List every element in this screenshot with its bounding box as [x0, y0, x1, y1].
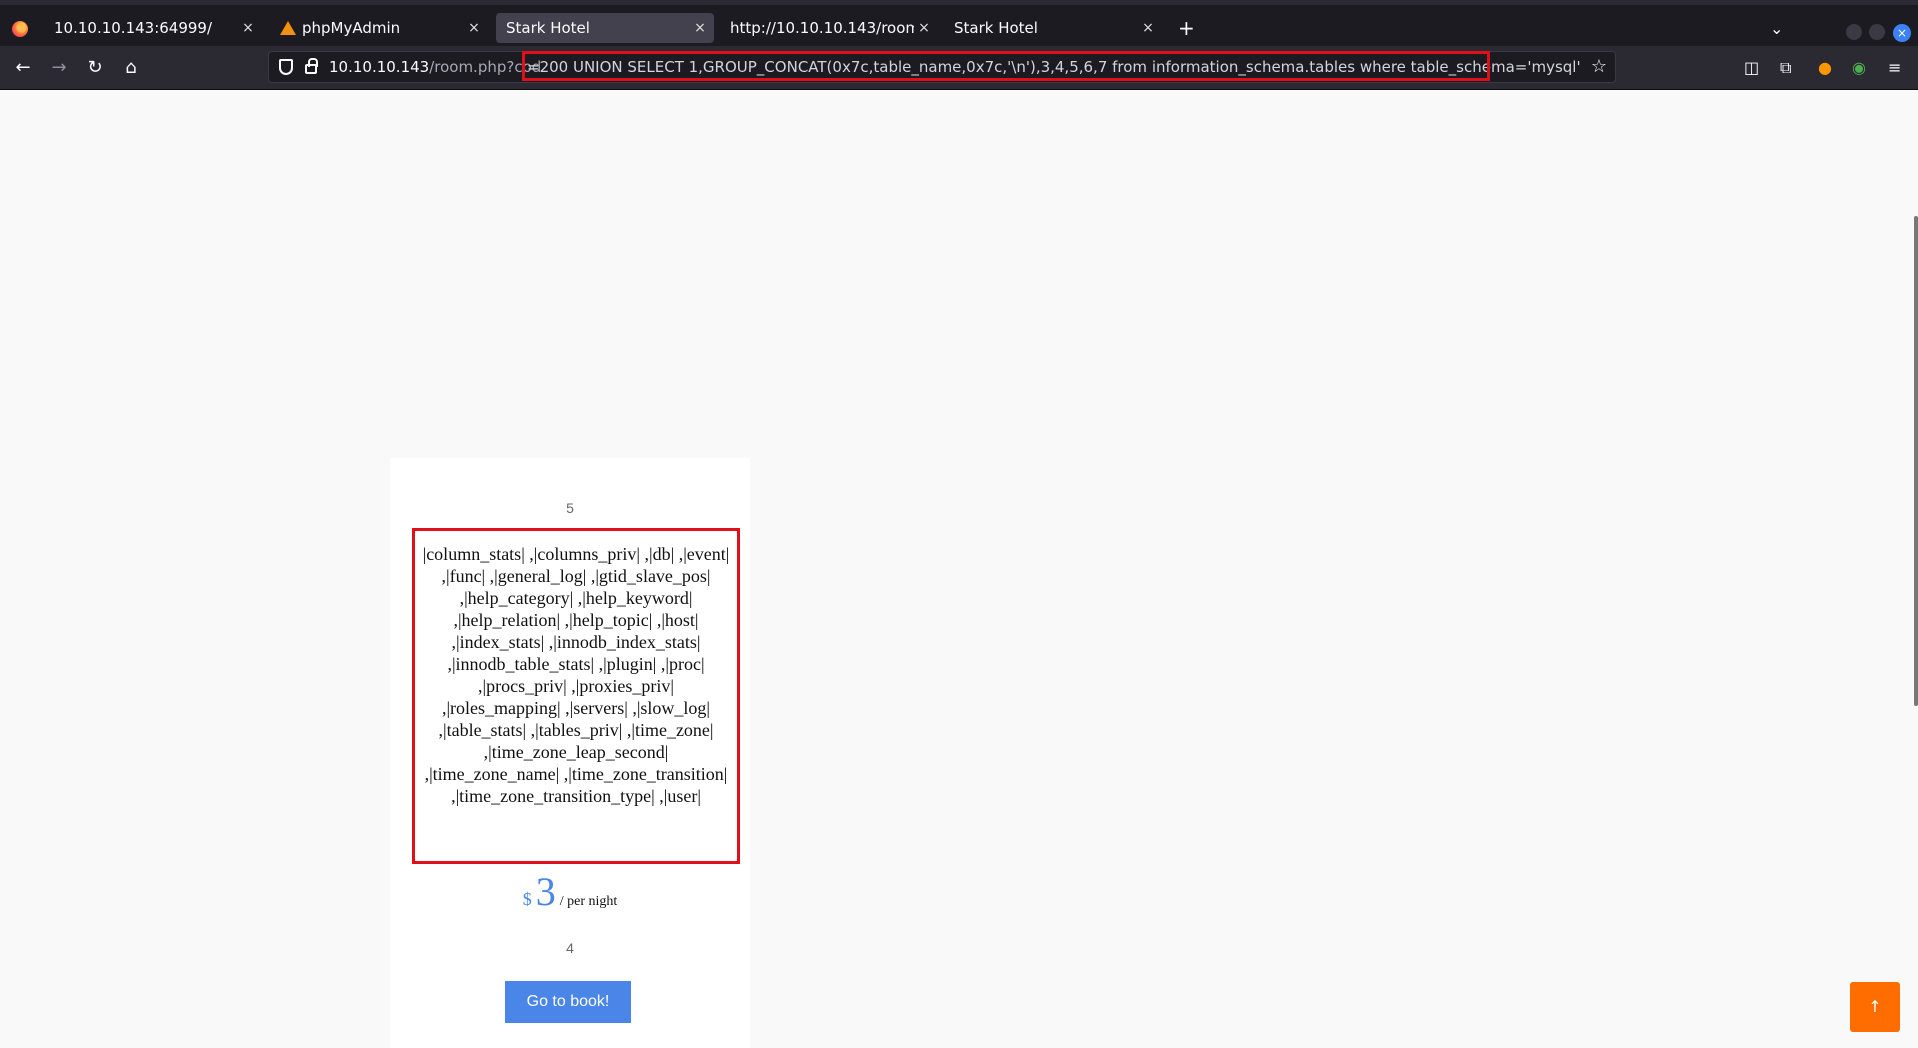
page-scrollbar[interactable]: [1914, 216, 1918, 706]
back-button[interactable]: ←: [9, 54, 37, 82]
url-text: 10.10.10.143/room.php?cod: [329, 58, 541, 76]
price-currency: $: [522, 889, 532, 909]
new-tab-button[interactable]: +: [1178, 18, 1195, 38]
injected-output-box: |column_stats| ,|columns_priv| ,|db| ,|e…: [412, 528, 740, 864]
foxyproxy-icon[interactable]: ●: [1818, 58, 1832, 77]
price-unit: / per night: [559, 894, 618, 909]
injected-table-list: |column_stats| ,|columns_priv| ,|db| ,|e…: [422, 544, 730, 806]
close-icon[interactable]: ×: [690, 20, 710, 36]
room-count: 4: [566, 940, 574, 956]
price-amount: 3: [535, 869, 556, 914]
star-icon[interactable]: ☆: [1591, 56, 1607, 77]
pocket-icon[interactable]: ◫: [1744, 58, 1759, 77]
tab-title: http://10.10.10.143/room.php: [730, 19, 914, 37]
url-bar[interactable]: 10.10.10.143/room.php?cod =200 UNION SEL…: [268, 51, 1616, 83]
menu-icon[interactable]: ≡: [1888, 58, 1901, 77]
tab-title: Stark Hotel: [506, 19, 590, 37]
url-host: 10.10.10.143: [329, 58, 430, 76]
room-price: $ 3 / per night: [390, 868, 750, 915]
shield-icon[interactable]: [279, 59, 293, 75]
tab-2[interactable]: phpMyAdmin ×: [270, 13, 488, 43]
maximize-button[interactable]: [1869, 24, 1885, 40]
wappalyzer-icon[interactable]: ◉: [1852, 58, 1866, 77]
room-card: 5 |column_stats| ,|columns_priv| ,|db| ,…: [390, 458, 750, 1048]
scroll-to-top-button[interactable]: ↑: [1850, 982, 1900, 1032]
chevron-down-icon[interactable]: ⌄: [1770, 19, 1783, 38]
tab-title: phpMyAdmin: [302, 19, 401, 37]
tab-4[interactable]: http://10.10.10.143/room.php ×: [720, 13, 938, 43]
close-icon[interactable]: ×: [1138, 20, 1158, 36]
tab-title: 10.10.10.143:64999/: [54, 19, 213, 37]
lock-icon[interactable]: [305, 58, 318, 74]
close-icon[interactable]: ×: [464, 20, 484, 36]
minimize-button[interactable]: [1846, 24, 1862, 40]
extensions-icon[interactable]: ⧉: [1780, 58, 1791, 78]
tab-3-active[interactable]: Stark Hotel ×: [496, 13, 714, 43]
close-icon[interactable]: ×: [238, 20, 258, 36]
tab-strip: 10.10.10.143:64999/ × phpMyAdmin × Stark…: [0, 0, 1918, 46]
home-button[interactable]: ⌂: [117, 54, 145, 82]
window-close-button[interactable]: ×: [1893, 24, 1911, 42]
reload-button[interactable]: ↻: [81, 54, 109, 82]
close-icon[interactable]: ×: [914, 20, 934, 36]
url-highlight-box: [522, 51, 1490, 81]
phpmyadmin-sail-icon: [280, 21, 296, 35]
go-to-book-button[interactable]: Go to book!: [505, 981, 631, 1023]
navigation-toolbar: ← → ↻ ⌂ 10.10.10.143/room.php?cod =200 U…: [0, 46, 1918, 90]
tab-1[interactable]: 10.10.10.143:64999/ ×: [44, 13, 262, 43]
forward-button[interactable]: →: [45, 54, 73, 82]
firefox-logo-icon[interactable]: [12, 21, 28, 37]
tab-5[interactable]: Stark Hotel ×: [944, 13, 1162, 43]
tab-title: Stark Hotel: [954, 19, 1038, 37]
room-number: 5: [566, 500, 574, 516]
